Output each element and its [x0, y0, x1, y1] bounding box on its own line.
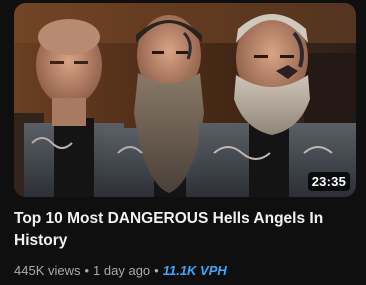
separator-dot: • [84, 263, 90, 278]
video-title[interactable]: Top 10 Most DANGEROUS Hells Angels In Hi… [14, 208, 344, 252]
upload-age: 1 day ago [93, 263, 151, 278]
separator-dot: • [154, 263, 159, 278]
vph-badge: 11.1K VPH [162, 263, 227, 278]
thumbnail-image [14, 3, 356, 197]
video-thumbnail[interactable]: 23:35 [14, 3, 356, 197]
video-card[interactable]: 23:35 Top 10 Most DANGEROUS Hells Angels… [0, 0, 366, 285]
video-metadata: 445K views • 1 day ago • 11.1K VPH [14, 262, 227, 280]
duration-badge: 23:35 [307, 172, 350, 191]
view-count: 445K views [14, 263, 81, 278]
